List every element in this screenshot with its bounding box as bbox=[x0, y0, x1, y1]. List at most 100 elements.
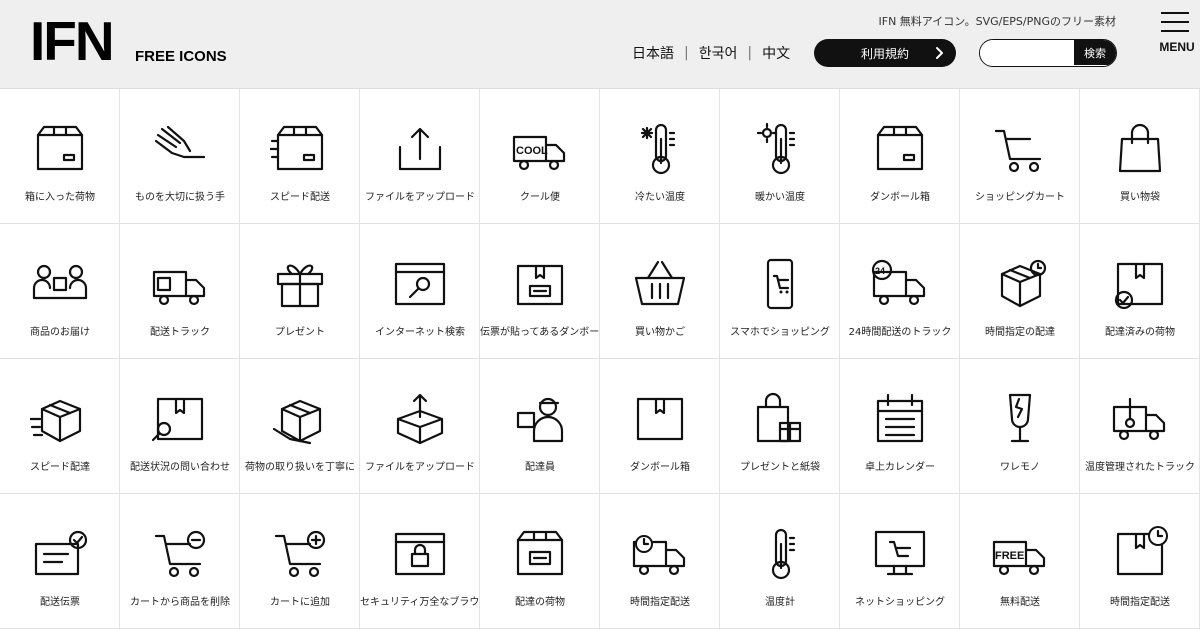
icon-label: インターネット検索 bbox=[375, 327, 465, 338]
icon-label: 箱に入った荷物 bbox=[25, 192, 95, 203]
lang-korean[interactable]: 한국어 bbox=[699, 43, 738, 63]
icon-card[interactable]: ダンボール箱 bbox=[840, 89, 960, 224]
box-label-icon bbox=[510, 254, 570, 314]
icon-card[interactable]: インターネット検索 bbox=[360, 224, 480, 359]
icon-card[interactable]: COOL クール便 bbox=[480, 89, 600, 224]
icon-label: 時間指定配送 bbox=[630, 597, 690, 608]
icon-card[interactable]: ワレモノ bbox=[960, 359, 1080, 494]
cool-truck-icon: COOL bbox=[510, 119, 570, 179]
icon-card[interactable]: FREE 無料配送 bbox=[960, 494, 1080, 629]
tagline: IFN 無料アイコン。SVG/EPS/PNGのフリー素材 bbox=[878, 15, 1116, 28]
icon-card[interactable]: プレゼントと紙袋 bbox=[720, 359, 840, 494]
terms-button[interactable]: 利用規約 bbox=[814, 39, 956, 67]
icon-card[interactable]: ファイルをアップロード bbox=[360, 359, 480, 494]
icon-card[interactable]: スピード配達 bbox=[0, 359, 120, 494]
icon-card[interactable]: 温度管理されたトラック bbox=[1080, 359, 1200, 494]
icon-label: 時間指定配送 bbox=[1110, 597, 1170, 608]
lang-chinese[interactable]: 中文 bbox=[762, 43, 790, 63]
calendar-icon bbox=[870, 389, 930, 449]
box-check-icon bbox=[1110, 254, 1170, 314]
icon-card[interactable]: 24 24時間配送のトラック bbox=[840, 224, 960, 359]
icon-label: スピード配達 bbox=[30, 462, 90, 473]
icon-label: 商品のお届け bbox=[30, 327, 90, 338]
icon-label: 買い物袋 bbox=[1120, 192, 1160, 203]
icon-card[interactable]: 暖かい温度 bbox=[720, 89, 840, 224]
flat-box-icon bbox=[630, 389, 690, 449]
icon-card[interactable]: 荷物の取り扱いを丁寧に bbox=[240, 359, 360, 494]
chevron-right-icon bbox=[936, 47, 943, 59]
icon-label: 荷物の取り扱いを丁寧に bbox=[245, 462, 355, 473]
truck-icon bbox=[150, 254, 210, 314]
cold-thermometer-icon bbox=[630, 119, 690, 179]
icon-card[interactable]: 箱に入った荷物 bbox=[0, 89, 120, 224]
icon-card[interactable]: セキュリティ万全なブラウザ bbox=[360, 494, 480, 629]
courier-icon bbox=[510, 389, 570, 449]
icon-card[interactable]: ものを大切に扱う手 bbox=[120, 89, 240, 224]
thermo-truck-icon bbox=[1110, 389, 1170, 449]
icon-label: 温度管理されたトラック bbox=[1085, 462, 1195, 473]
icon-card[interactable]: 配達済みの荷物 bbox=[1080, 224, 1200, 359]
box-search-icon bbox=[150, 389, 210, 449]
icon-label: 24時間配送のトラック bbox=[848, 327, 952, 338]
flat-box-clock-icon bbox=[1110, 524, 1170, 584]
cart-remove-icon bbox=[150, 524, 210, 584]
icon-card[interactable]: 配達の荷物 bbox=[480, 494, 600, 629]
icon-card[interactable]: 商品のお届け bbox=[0, 224, 120, 359]
language-switcher: 日本語 | 한국어 | 中文 bbox=[632, 43, 790, 63]
icon-card[interactable]: 買い物かご bbox=[600, 224, 720, 359]
icon-card[interactable]: 買い物袋 bbox=[1080, 89, 1200, 224]
icon-card[interactable]: ショッピングカート bbox=[960, 89, 1080, 224]
icon-card[interactable]: 配送トラック bbox=[120, 224, 240, 359]
icon-label: 暖かい温度 bbox=[755, 192, 805, 203]
icon-card[interactable]: 温度計 bbox=[720, 494, 840, 629]
icon-label: ショッピングカート bbox=[975, 192, 1065, 203]
hand-icon bbox=[150, 119, 210, 179]
icon-card[interactable]: 配送伝票 bbox=[0, 494, 120, 629]
phone-cart-icon bbox=[750, 254, 810, 314]
box-upload-icon bbox=[390, 389, 450, 449]
cardboard-box-icon bbox=[870, 119, 930, 179]
free-truck-icon: FREE bbox=[990, 524, 1050, 584]
icon-card[interactable]: 時間指定配送 bbox=[1080, 494, 1200, 629]
slip-check-icon bbox=[30, 524, 90, 584]
icon-label: プレゼント bbox=[275, 327, 325, 338]
search-form: 検索 bbox=[979, 39, 1117, 67]
bag-gift-icon bbox=[750, 389, 810, 449]
icon-label: セキュリティ万全なブラウザ bbox=[360, 597, 480, 608]
icon-label: 買い物かご bbox=[635, 327, 685, 338]
site-header: IFN FREE ICONS IFN 無料アイコン。SVG/EPS/PNGのフリ… bbox=[0, 0, 1200, 89]
shopping-bag-icon bbox=[1110, 119, 1170, 179]
icon-card[interactable]: 時間指定の配達 bbox=[960, 224, 1080, 359]
truck-24-icon: 24 bbox=[870, 254, 930, 314]
hand-box-icon bbox=[270, 389, 330, 449]
icon-card[interactable]: プレゼント bbox=[240, 224, 360, 359]
lang-separator: | bbox=[684, 45, 689, 61]
icon-card[interactable]: スピード配送 bbox=[240, 89, 360, 224]
speed-box-icon bbox=[270, 119, 330, 179]
icon-label: プレゼントと紙袋 bbox=[740, 462, 820, 473]
icon-card[interactable]: 時間指定配送 bbox=[600, 494, 720, 629]
icon-card[interactable]: ファイルをアップロード bbox=[360, 89, 480, 224]
icon-card[interactable]: カートから商品を削除 bbox=[120, 494, 240, 629]
icon-card[interactable]: 卓上カレンダー bbox=[840, 359, 960, 494]
icon-label: 配送トラック bbox=[150, 327, 210, 338]
lang-japanese[interactable]: 日本語 bbox=[632, 43, 674, 63]
icon-label: 配送伝票 bbox=[40, 597, 80, 608]
basket-icon bbox=[630, 254, 690, 314]
icon-card[interactable]: 冷たい温度 bbox=[600, 89, 720, 224]
menu-button[interactable]: MENU bbox=[1155, 10, 1195, 54]
icon-card[interactable]: 配送状況の問い合わせ bbox=[120, 359, 240, 494]
icon-card[interactable]: ダンボール箱 bbox=[600, 359, 720, 494]
search-input[interactable] bbox=[980, 40, 1074, 65]
icon-card[interactable]: カートに追加 bbox=[240, 494, 360, 629]
icon-card[interactable]: 配達員 bbox=[480, 359, 600, 494]
icon-card[interactable]: スマホでショッピング bbox=[720, 224, 840, 359]
icon-card[interactable]: ネットショッピング bbox=[840, 494, 960, 629]
search-button[interactable]: 検索 bbox=[1074, 40, 1116, 65]
icon-grid: 箱に入った荷物 ものを大切に扱う手 スピード配送 ファイルをアップロード COOL クール… bbox=[0, 89, 1200, 629]
icon-badge-text: 24 bbox=[875, 266, 885, 276]
icon-label: 無料配送 bbox=[1000, 597, 1040, 608]
icon-card[interactable]: 伝票が貼ってあるダンボール bbox=[480, 224, 600, 359]
gift-icon bbox=[270, 254, 330, 314]
warm-thermometer-icon bbox=[750, 119, 810, 179]
